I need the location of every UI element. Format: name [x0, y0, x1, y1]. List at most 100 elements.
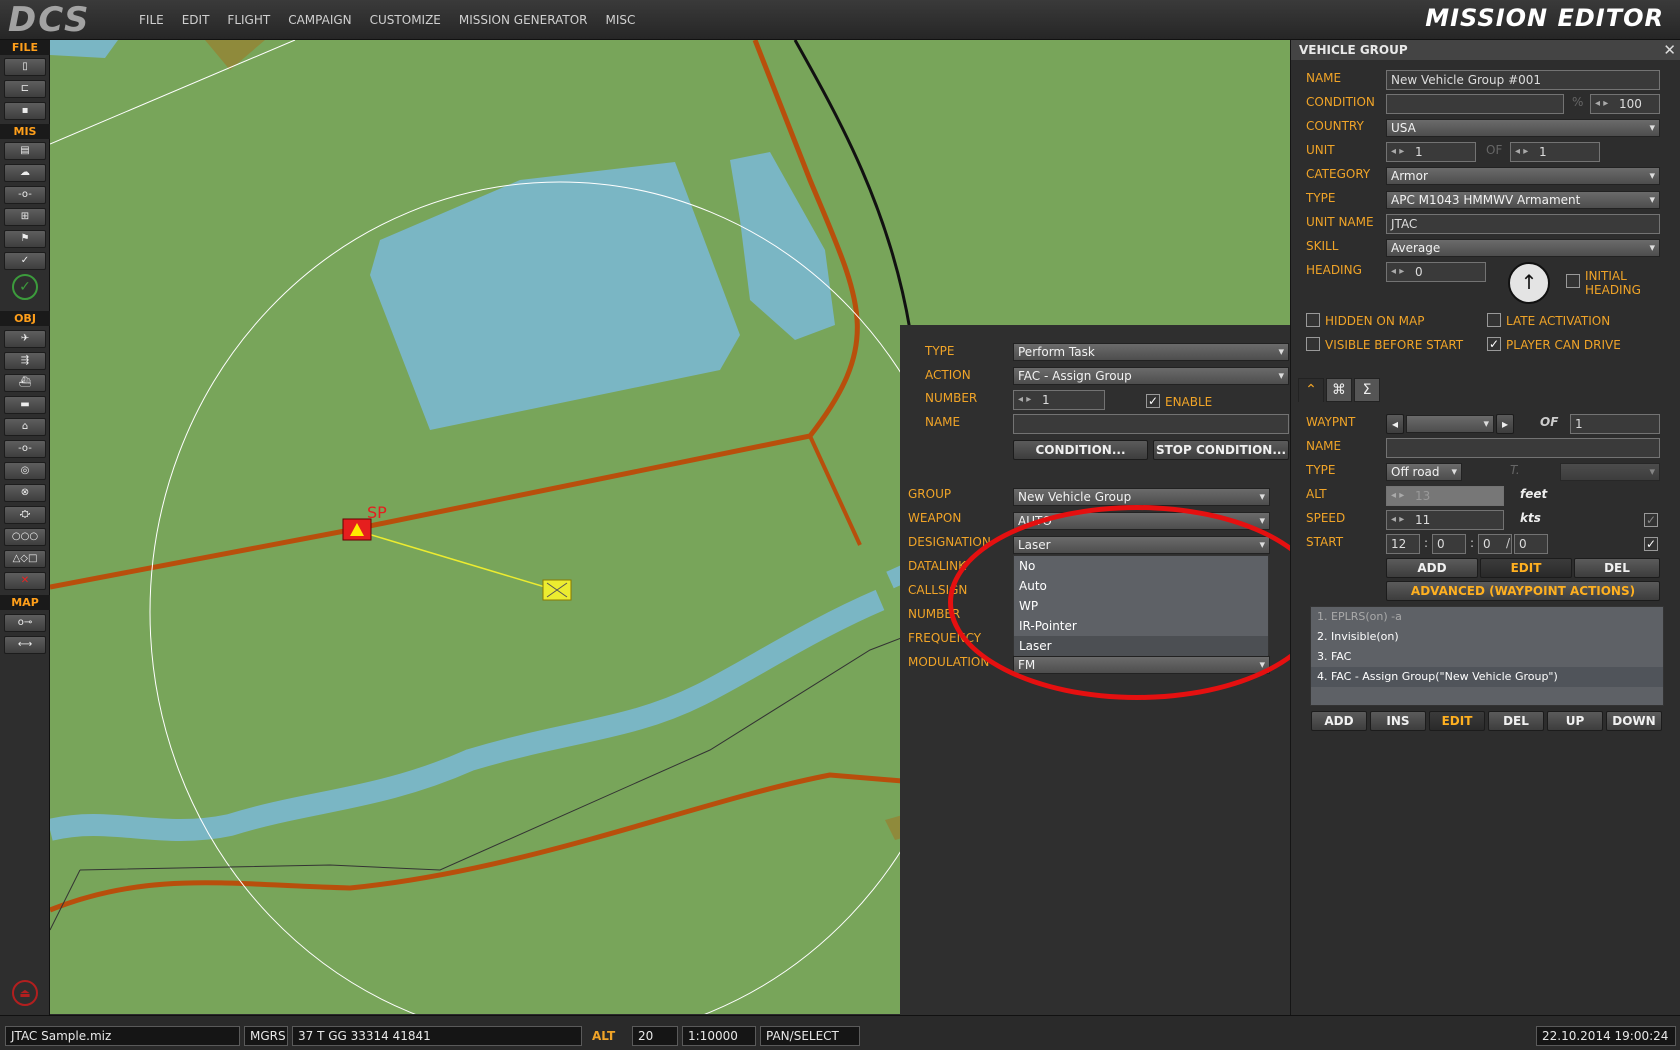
designation-option-laser[interactable]: Laser — [1014, 636, 1268, 656]
map-options-icon[interactable]: o⊸ — [4, 614, 46, 632]
wp-start-checkbox[interactable]: ✓ — [1644, 537, 1658, 551]
menu-campaign[interactable]: CAMPAIGN — [279, 0, 360, 40]
add-target-icon[interactable]: ⊗ — [4, 484, 46, 502]
stop-condition-button[interactable]: STOP CONDITION... — [1153, 440, 1289, 460]
vg-percent-stepper[interactable]: 100 — [1590, 94, 1660, 114]
wp-add-button[interactable]: ADD — [1386, 558, 1478, 578]
add-zone-icon[interactable]: ◎ — [4, 462, 46, 480]
action-add-button[interactable]: ADD — [1311, 711, 1367, 731]
tab-route-icon[interactable]: ⌃ — [1298, 378, 1324, 402]
action-down-button[interactable]: DOWN — [1606, 711, 1662, 731]
weapon-dropdown[interactable]: AUTO — [1013, 512, 1270, 530]
action-item[interactable]: 1. EPLRS(on) -a — [1311, 607, 1663, 627]
add-vehicle-icon[interactable]: ▬ — [4, 396, 46, 414]
open-file-icon[interactable]: ⊏ — [4, 80, 46, 98]
player-can-drive-checkbox[interactable]: ✓ — [1487, 337, 1501, 351]
wp-name-input[interactable] — [1386, 438, 1660, 458]
eject-icon[interactable]: ⏏ — [12, 980, 38, 1006]
new-file-icon[interactable]: ▯ — [4, 58, 46, 76]
vg-type-dropdown[interactable]: APC M1043 HMMWV Armament — [1386, 191, 1660, 209]
action-item[interactable]: 3. FAC — [1311, 647, 1663, 667]
add-group-icon[interactable]: ○○○ — [4, 528, 46, 546]
add-helicopter-icon[interactable]: ⇶ — [4, 352, 46, 370]
menu-flight[interactable]: FLIGHT — [218, 0, 279, 40]
menu-misc[interactable]: MISC — [596, 0, 644, 40]
vg-category-label: CATEGORY — [1306, 167, 1371, 181]
wp-type-dropdown[interactable]: Off road — [1386, 463, 1462, 481]
modulation-dropdown[interactable]: FM — [1013, 656, 1270, 674]
wp-speed-stepper[interactable]: 11 — [1386, 510, 1504, 530]
ruler-icon[interactable]: ⟷ — [4, 636, 46, 654]
add-static-icon[interactable]: ⌂ — [4, 418, 46, 436]
initial-heading-checkbox[interactable] — [1566, 274, 1580, 288]
menu-edit[interactable]: EDIT — [173, 0, 219, 40]
vg-country-dropdown[interactable]: USA — [1386, 119, 1660, 137]
waypnt-prev-icon[interactable]: ◂ — [1386, 414, 1404, 434]
condition-button[interactable]: CONDITION... — [1013, 440, 1148, 460]
briefing-icon[interactable]: ▤ — [4, 142, 46, 160]
late-activation-checkbox[interactable] — [1487, 313, 1501, 327]
designation-option-wp[interactable]: WP — [1014, 596, 1268, 616]
vg-unit-of-stepper[interactable]: 1 — [1510, 142, 1600, 162]
tab-payload-icon[interactable]: ⌘ — [1326, 378, 1352, 402]
menu-customize[interactable]: CUSTOMIZE — [361, 0, 450, 40]
vg-unit-stepper[interactable]: 1 — [1386, 142, 1476, 162]
wp-start-hour[interactable]: 12 — [1386, 534, 1420, 554]
wp-edit-button[interactable]: EDIT — [1480, 558, 1572, 578]
vg-unit-name-input[interactable]: JTAC — [1386, 214, 1660, 234]
action-item[interactable]: 4. FAC - Assign Group("New Vehicle Group… — [1311, 667, 1663, 687]
tab-summary-icon[interactable]: Σ — [1354, 378, 1380, 402]
waypnt-next-icon[interactable]: ▸ — [1496, 414, 1514, 434]
modulation-label: MODULATION — [908, 655, 990, 669]
group-dropdown[interactable]: New Vehicle Group — [1013, 488, 1270, 506]
add-ship-icon[interactable]: ⛴ — [4, 374, 46, 392]
add-plane-icon[interactable]: ✈ — [4, 330, 46, 348]
task-type-dropdown[interactable]: Perform Task — [1013, 343, 1289, 361]
goals-flag-icon[interactable]: ⚑ — [4, 230, 46, 248]
designation-option-auto[interactable]: Auto — [1014, 576, 1268, 596]
wp-speed-lock-checkbox[interactable]: ✓ — [1644, 513, 1658, 527]
heading-compass-icon[interactable]: ↑ — [1508, 262, 1550, 304]
wp-start-day[interactable]: 0 — [1514, 534, 1548, 554]
triggers-icon[interactable]: -o- — [4, 186, 46, 204]
wp-alt-stepper[interactable]: 13 — [1386, 486, 1504, 506]
delete-icon[interactable]: ✕ — [4, 572, 46, 590]
hidden-on-map-checkbox[interactable] — [1306, 313, 1320, 327]
check-icon[interactable]: ✓ — [4, 252, 46, 270]
add-waypoint-icon[interactable]: -o- — [4, 440, 46, 458]
menu-file[interactable]: FILE — [130, 0, 173, 40]
action-del-button[interactable]: DEL — [1488, 711, 1544, 731]
map-scale: 1:10000 — [682, 1026, 756, 1046]
task-number-stepper[interactable]: 1 — [1013, 390, 1105, 410]
trigger-zone-icon[interactable]: ⊞ — [4, 208, 46, 226]
target-line — [354, 529, 556, 591]
vg-heading-stepper[interactable]: 0 — [1386, 262, 1486, 282]
task-action-dropdown[interactable]: FAC - Assign Group — [1013, 367, 1289, 385]
designation-option-no[interactable]: No — [1014, 556, 1268, 576]
task-name-input[interactable] — [1013, 414, 1289, 434]
close-icon[interactable]: ✕ — [1663, 40, 1676, 60]
clock-icon[interactable]: ✓ — [12, 274, 38, 300]
action-ins-button[interactable]: INS — [1370, 711, 1426, 731]
vg-name-input[interactable]: New Vehicle Group #001 — [1386, 70, 1660, 90]
action-edit-button[interactable]: EDIT — [1429, 711, 1485, 731]
advanced-waypoint-actions-button[interactable]: ADVANCED (WAYPOINT ACTIONS) — [1386, 581, 1660, 601]
waypnt-dropdown[interactable] — [1406, 415, 1494, 433]
designation-dropdown[interactable]: Laser — [1013, 536, 1270, 554]
task-enable-checkbox[interactable]: ✓ — [1146, 394, 1160, 408]
weather-icon[interactable]: ☁ — [4, 164, 46, 182]
wp-start-min[interactable]: 0 — [1432, 534, 1466, 554]
vg-skill-dropdown[interactable]: Average — [1386, 239, 1660, 257]
shapes-icon[interactable]: △◇□ — [4, 550, 46, 568]
wp-del-button[interactable]: DEL — [1574, 558, 1660, 578]
coord-system-button[interactable]: MGRS — [244, 1026, 288, 1046]
vg-category-dropdown[interactable]: Armor — [1386, 167, 1660, 185]
vg-condition-input[interactable] — [1386, 94, 1564, 114]
visible-before-start-checkbox[interactable] — [1306, 337, 1320, 351]
action-item[interactable]: 2. Invisible(on) — [1311, 627, 1663, 647]
action-up-button[interactable]: UP — [1547, 711, 1603, 731]
designation-option-ir-pointer[interactable]: IR-Pointer — [1014, 616, 1268, 636]
save-file-icon[interactable]: ▪ — [4, 102, 46, 120]
menu-mission-generator[interactable]: MISSION GENERATOR — [450, 0, 597, 40]
add-airfield-icon[interactable]: ⛮ — [4, 506, 46, 524]
